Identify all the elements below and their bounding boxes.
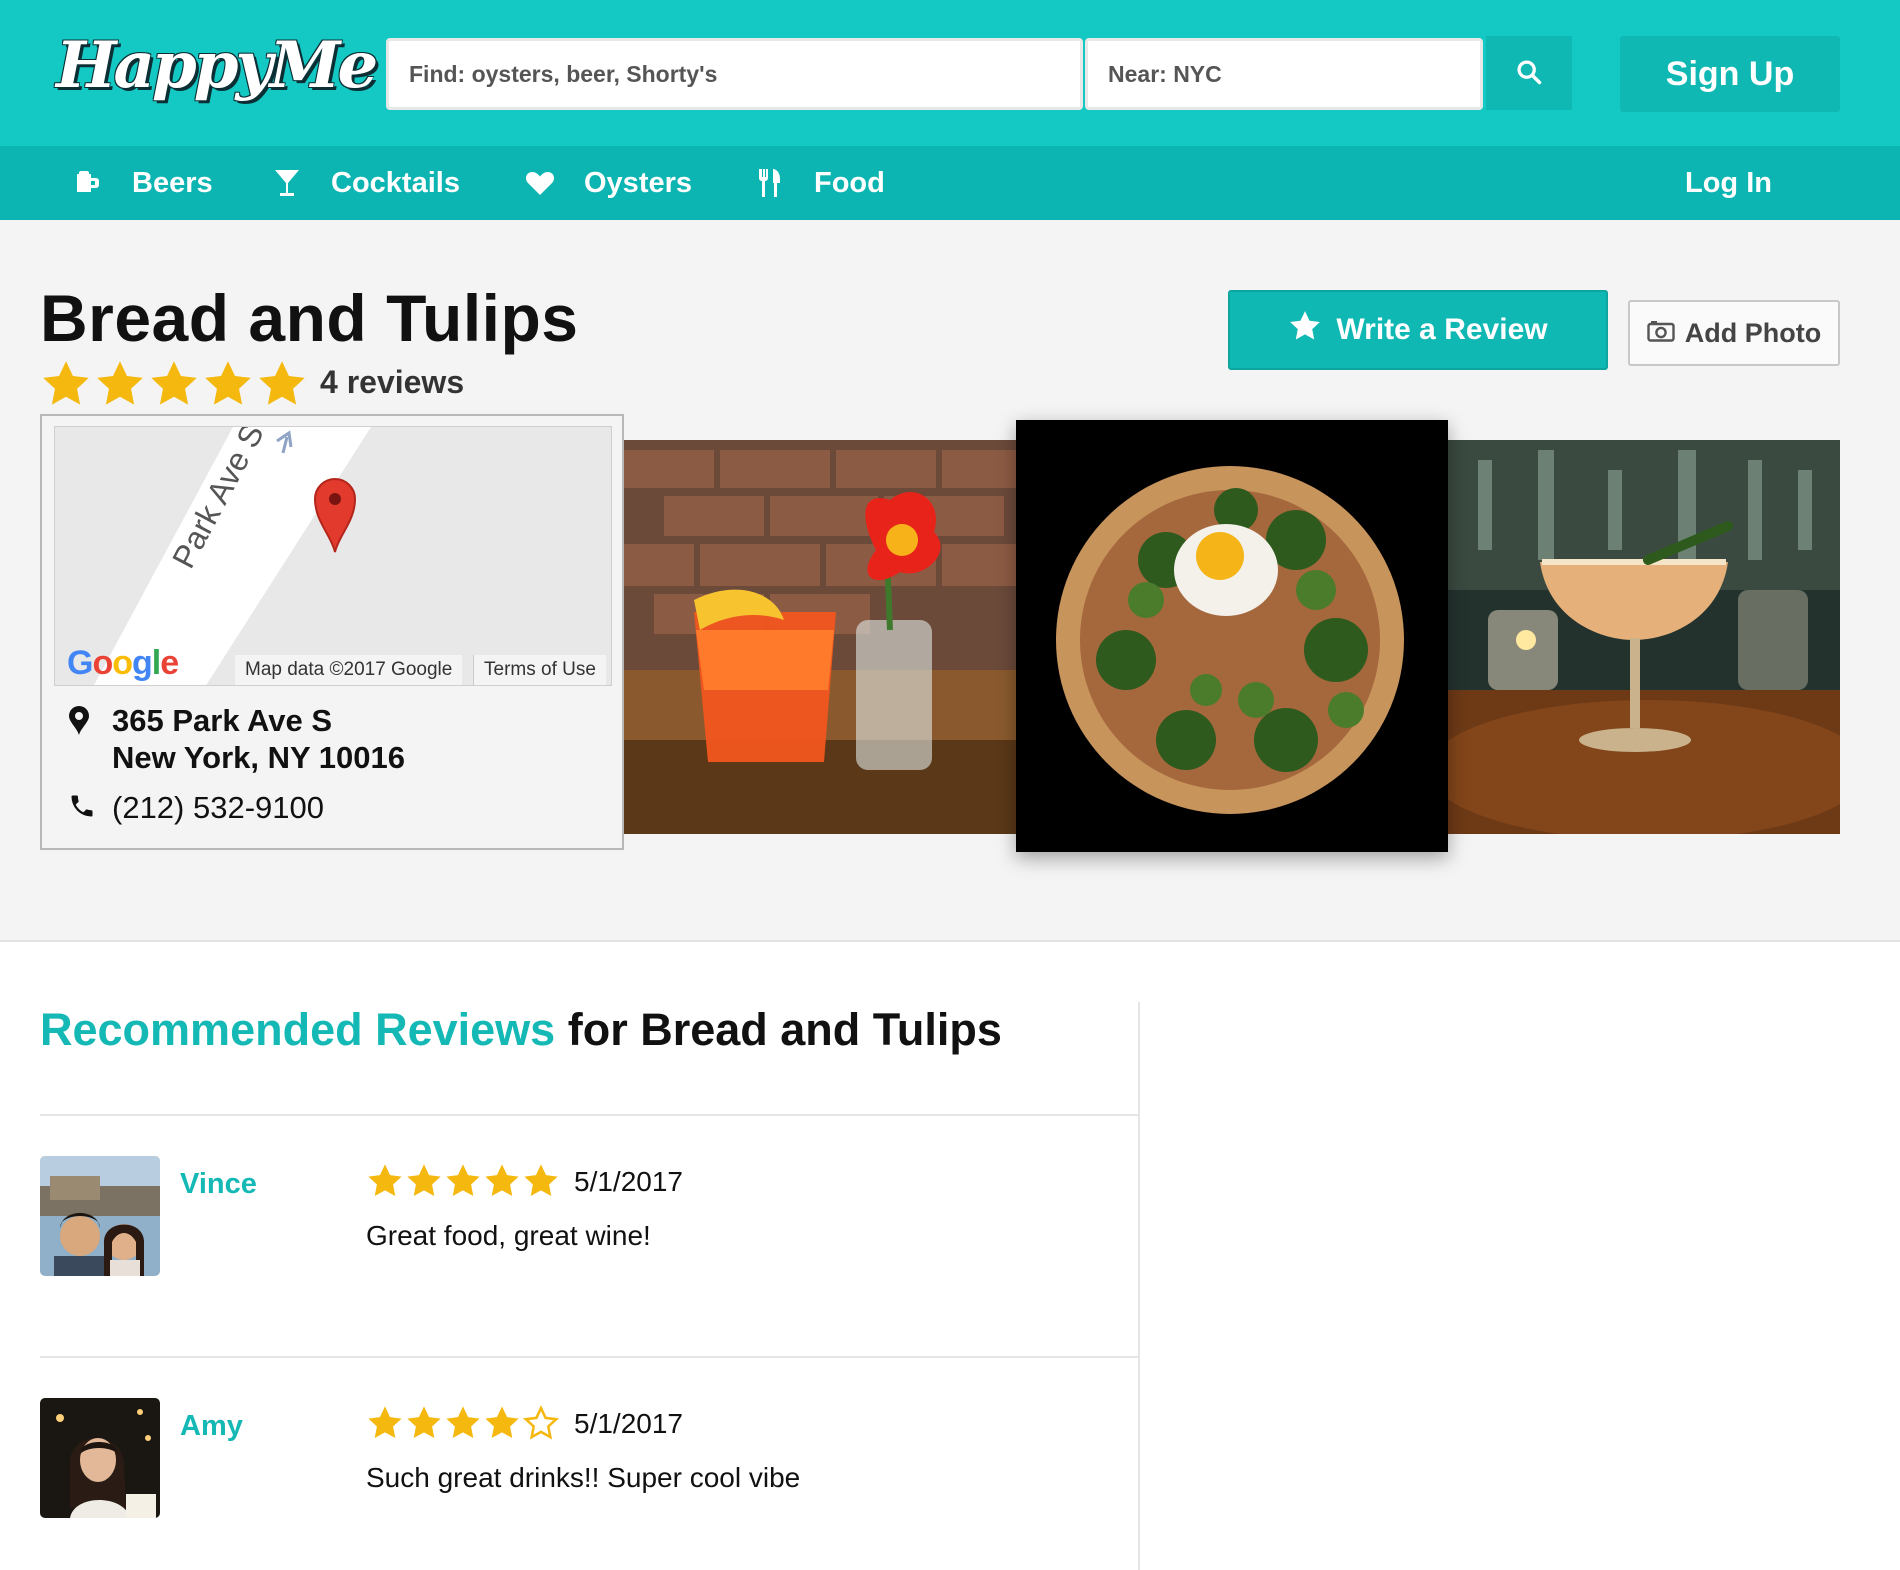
address-line-1: 365 Park Ave S <box>112 703 333 738</box>
review-text: Such great drinks!! Super cool vibe <box>366 1462 801 1493</box>
location-pin-icon <box>68 706 112 741</box>
reviewer-name[interactable]: Vince <box>180 1168 257 1201</box>
star-icon <box>483 1162 521 1200</box>
map-pin-icon[interactable] <box>313 475 357 558</box>
nav-label: Oysters <box>584 166 693 199</box>
write-review-button[interactable]: Write a Review <box>1228 290 1608 370</box>
map-terms-link[interactable]: Terms of Use <box>473 655 606 685</box>
reviewer-avatar[interactable] <box>40 1156 160 1276</box>
column-divider <box>1138 1002 1140 1570</box>
address: 365 Park Ave S New York, NY 10016 <box>68 702 405 776</box>
star-icon <box>405 1162 443 1200</box>
phone-icon <box>68 792 112 825</box>
business-name: Bread and Tulips <box>40 281 579 355</box>
cocktail-glass-icon <box>267 168 307 198</box>
nav-label: Cocktails <box>331 166 460 199</box>
phone-number[interactable]: (212) 532-9100 <box>112 790 324 826</box>
near-location-input[interactable] <box>1085 38 1483 110</box>
star-icon <box>1288 309 1322 351</box>
star-icon <box>148 358 200 410</box>
add-photo-label: Add Photo <box>1684 317 1822 348</box>
reviews-heading-accent: Recommended Reviews <box>40 1004 556 1055</box>
location-card: Park Ave S Google Map data ©2017 Google … <box>40 414 624 850</box>
nav-item-food[interactable]: Food <box>750 146 885 220</box>
search-button[interactable] <box>1486 36 1572 110</box>
star-icon <box>405 1404 443 1442</box>
review-star-rating <box>366 1162 560 1200</box>
review-count[interactable]: 4 reviews <box>320 364 464 401</box>
review-item: Vince 5/1/2017 Great food, great wine! <box>40 1156 1138 1316</box>
sign-up-button[interactable]: Sign Up <box>1620 36 1840 112</box>
star-icon <box>444 1404 482 1442</box>
review-date: 5/1/2017 <box>574 1408 683 1439</box>
location-map[interactable]: Park Ave S Google Map data ©2017 Google … <box>54 426 612 686</box>
address-line-2: New York, NY 10016 <box>112 740 405 775</box>
star-icon <box>522 1162 560 1200</box>
nav-item-beers[interactable]: Beers <box>68 146 213 220</box>
camera-icon <box>1647 318 1675 349</box>
review-divider <box>40 1356 1138 1358</box>
review-item: Amy 5/1/2017 Such great drinks!! Super c… <box>40 1398 1138 1558</box>
review-star-rating <box>366 1404 560 1442</box>
business-star-rating <box>40 358 308 410</box>
cocktail-glass-photo[interactable] <box>1448 440 1840 834</box>
reviews-section: Recommended Reviews for Bread and Tulips… <box>0 942 1900 1570</box>
nav-label: Food <box>814 166 885 199</box>
top-bar: HappyMe Sign Up <box>0 0 1900 146</box>
star-icon <box>366 1404 404 1442</box>
pizza-with-egg-photo[interactable] <box>1016 420 1448 852</box>
reviewer-name[interactable]: Amy <box>180 1410 243 1443</box>
star-icon <box>366 1162 404 1200</box>
find-search-input[interactable] <box>386 38 1083 110</box>
cocktail-and-tulip-photo[interactable] <box>624 440 1016 834</box>
google-logo: Google <box>67 644 179 682</box>
log-in-link[interactable]: Log In <box>1685 146 1772 220</box>
reviewer-avatar[interactable] <box>40 1398 160 1518</box>
heart-icon <box>520 170 560 196</box>
review-date: 5/1/2017 <box>574 1166 683 1197</box>
review-text: Great food, great wine! <box>366 1220 651 1251</box>
map-attribution: Map data ©2017 Google <box>235 655 463 685</box>
star-icon <box>94 358 146 410</box>
write-review-label: Write a Review <box>1336 313 1548 346</box>
star-icon <box>202 358 254 410</box>
fork-knife-icon <box>750 168 790 198</box>
star-icon <box>256 358 308 410</box>
beer-mug-icon <box>68 170 108 196</box>
category-nav: Beers Cocktails Oysters Food <box>0 146 1900 220</box>
reviews-heading: Recommended Reviews for Bread and Tulips <box>40 1004 1002 1056</box>
star-icon <box>483 1404 521 1442</box>
star-empty-icon <box>522 1404 560 1442</box>
nav-label: Beers <box>132 166 213 199</box>
review-divider <box>40 1114 1138 1116</box>
star-icon <box>444 1162 482 1200</box>
nav-item-oysters[interactable]: Oysters <box>520 146 692 220</box>
search-icon <box>1515 58 1543 89</box>
business-header: Bread and Tulips 4 reviews Write a Revie… <box>0 220 1900 942</box>
phone: (212) 532-9100 <box>68 790 324 826</box>
add-photo-button[interactable]: Add Photo <box>1628 300 1840 366</box>
star-icon <box>40 358 92 410</box>
nav-item-cocktails[interactable]: Cocktails <box>267 146 460 220</box>
happyme-logo[interactable]: HappyMe <box>56 28 378 103</box>
reviews-heading-rest: for Bread and Tulips <box>567 1004 1002 1055</box>
